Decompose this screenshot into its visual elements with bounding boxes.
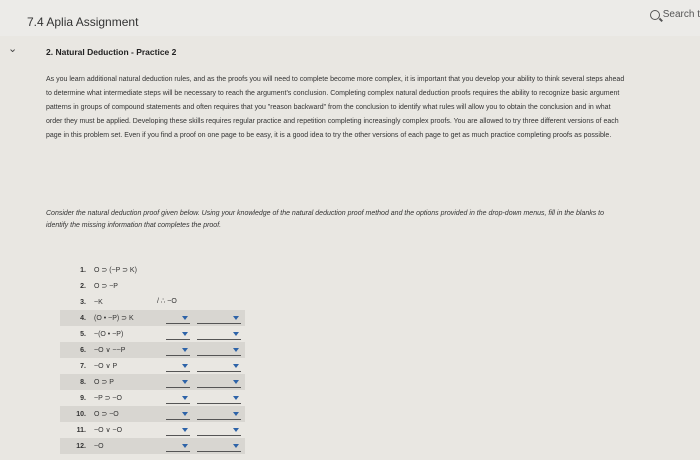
proof-line: 2. O ⊃ ~P (60, 278, 245, 294)
line-number: 11. (76, 426, 86, 434)
proof-line: 7. ~O ∨ P (60, 358, 245, 374)
line-number: 3. (80, 298, 86, 306)
justification-rule-dropdown[interactable] (197, 312, 241, 324)
proof-formula: ~(O • ~P) (94, 330, 124, 338)
justification-lines-dropdown[interactable] (166, 312, 190, 324)
chevron-down-icon[interactable]: ⌄ (8, 42, 17, 55)
instructions-paragraph: Consider the natural deduction proof giv… (46, 210, 605, 229)
dropdown-arrow-icon (233, 315, 239, 320)
line-number: 7. (80, 362, 86, 370)
proof-line: 1. O ⊃ (~P ⊃ K) (60, 262, 245, 278)
dropdown-arrow-icon (233, 411, 239, 416)
proof-formula: ~K (94, 298, 103, 306)
proof-formula: O ⊃ P (94, 379, 114, 386)
justification-rule-dropdown[interactable] (197, 344, 241, 356)
dropdown-arrow-icon (182, 443, 188, 448)
justification-rule-dropdown[interactable] (197, 408, 241, 420)
dropdown-arrow-icon (182, 363, 188, 368)
proof-line: 3. ~K / ∴ ~O (60, 294, 245, 310)
justification-lines-dropdown[interactable] (166, 376, 190, 388)
justification-lines-dropdown[interactable] (166, 344, 190, 356)
page-title: 2. Natural Deduction - Practice 2 (46, 47, 177, 57)
dropdown-arrow-icon (233, 443, 239, 448)
proof-line: 10. O ⊃ ~O (60, 406, 245, 422)
assignment-title: 7.4 Aplia Assignment (27, 15, 139, 29)
justification-lines-dropdown[interactable] (166, 424, 190, 436)
conclusion-marker: / ∴ ~O (157, 298, 177, 305)
justification-lines-dropdown[interactable] (166, 392, 190, 404)
line-number: 5. (80, 330, 86, 338)
justification-lines-dropdown[interactable] (166, 328, 190, 340)
dropdown-arrow-icon (182, 331, 188, 336)
proof-line: 12. ~O (60, 438, 245, 454)
dropdown-arrow-icon (182, 395, 188, 400)
intro-paragraph: As you learn additional natural deductio… (46, 76, 625, 139)
proof-line: 8. O ⊃ P (60, 374, 245, 390)
proof-formula: ~O ∨ ~O (94, 427, 123, 434)
line-number: 9. (80, 394, 86, 402)
proof-formula: ~O ∨ ~~P (94, 347, 126, 354)
justification-lines-dropdown[interactable] (166, 408, 190, 420)
search-label: Search t (662, 9, 700, 20)
proof-formula: ~O ∨ P (94, 363, 118, 370)
proof-line: 9. ~P ⊃ ~O (60, 390, 245, 406)
line-number: 10. (76, 410, 86, 418)
justification-rule-dropdown[interactable] (197, 424, 241, 436)
proof-formula: O ⊃ ~O (94, 411, 119, 418)
proof-line: 5. ~(O • ~P) (60, 326, 245, 342)
justification-rule-dropdown[interactable] (197, 392, 241, 404)
justification-rule-dropdown[interactable] (197, 376, 241, 388)
dropdown-arrow-icon (233, 331, 239, 336)
search-button[interactable]: Search t (649, 9, 700, 20)
line-number: 4. (80, 314, 86, 322)
line-number: 8. (80, 378, 86, 386)
justification-rule-dropdown[interactable] (197, 360, 241, 372)
proof-table: 1. O ⊃ (~P ⊃ K) 2. O ⊃ ~P 3. ~K / ∴ ~O 4. (O • ~… (60, 262, 245, 454)
dropdown-arrow-icon (233, 347, 239, 352)
dropdown-arrow-icon (233, 379, 239, 384)
dropdown-arrow-icon (233, 395, 239, 400)
dropdown-arrow-icon (233, 363, 239, 368)
line-number: 12. (76, 442, 86, 450)
dropdown-arrow-icon (233, 427, 239, 432)
search-icon (649, 9, 660, 20)
proof-formula: (O • ~P) ⊃ K (94, 315, 134, 322)
dropdown-arrow-icon (182, 347, 188, 352)
justification-rule-dropdown[interactable] (197, 328, 241, 340)
dropdown-arrow-icon (182, 315, 188, 320)
proof-line: 6. ~O ∨ ~~P (60, 342, 245, 358)
line-number: 6. (80, 346, 86, 354)
line-number: 1. (80, 266, 86, 274)
proof-line: 4. (O • ~P) ⊃ K (60, 310, 245, 326)
proof-line: 11. ~O ∨ ~O (60, 422, 245, 438)
dropdown-arrow-icon (182, 411, 188, 416)
justification-rule-dropdown[interactable] (197, 440, 241, 452)
justification-lines-dropdown[interactable] (166, 440, 190, 452)
top-bar: 7.4 Aplia Assignment Search t (0, 0, 700, 36)
proof-formula: O ⊃ ~P (94, 283, 118, 290)
proof-formula: ~P ⊃ ~O (94, 395, 122, 402)
dropdown-arrow-icon (182, 379, 188, 384)
line-number: 2. (80, 282, 86, 290)
proof-formula: O ⊃ (~P ⊃ K) (94, 267, 137, 274)
dropdown-arrow-icon (182, 427, 188, 432)
proof-formula: ~O (94, 442, 104, 450)
justification-lines-dropdown[interactable] (166, 360, 190, 372)
